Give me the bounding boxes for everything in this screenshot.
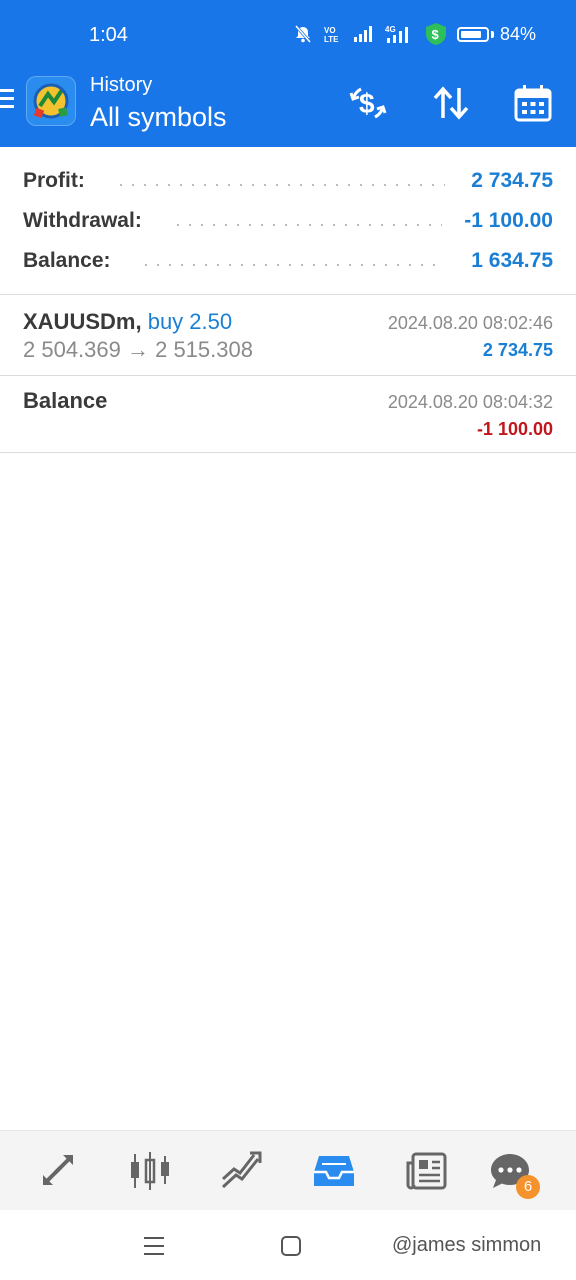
battery-icon: 84%	[456, 23, 536, 45]
home-icon[interactable]	[277, 1232, 305, 1260]
deal-symbol: XAUUSDm, buy 2.50	[23, 309, 232, 335]
calendar-icon[interactable]	[510, 80, 556, 126]
quotes-icon[interactable]	[36, 1149, 80, 1193]
money-shield-icon: $	[425, 22, 447, 46]
signal-icon	[353, 25, 375, 43]
deal-symbol: Balance	[23, 388, 108, 413]
system-nav-bar: @james simmon	[0, 1210, 576, 1280]
summary-balance-row: Balance: 1 634.75	[0, 241, 576, 281]
currency-exchange-icon[interactable]: $	[345, 80, 391, 126]
svg-text:LTE: LTE	[324, 35, 339, 44]
deal-row[interactable]: XAUUSDm, buy 2.50 2 504.369 → 2 515.308 …	[0, 295, 576, 375]
withdrawal-label: Withdrawal:	[23, 209, 146, 233]
deal-type: buy 2.50	[147, 309, 233, 334]
deal-prices: 2 504.369 → 2 515.308	[23, 337, 253, 362]
bottom-nav: 6	[0, 1130, 576, 1211]
volte-icon: VO LTE	[323, 24, 343, 44]
profit-value: 2 734.75	[471, 169, 553, 192]
profit-label: Profit:	[23, 169, 89, 193]
divider	[0, 452, 576, 453]
svg-text:$: $	[359, 88, 375, 119]
battery-percent: 84%	[499, 23, 536, 44]
svg-text:$: $	[431, 27, 439, 42]
sort-icon[interactable]	[428, 80, 474, 126]
deal-time: 2024.08.20 08:02:46	[387, 313, 553, 333]
summary-profit-row: Profit: 2 734.75	[0, 161, 576, 201]
header-subtitle: History	[90, 74, 153, 96]
deal-profit: 2 734.75	[482, 340, 553, 360]
header-title[interactable]: All symbols	[90, 102, 227, 133]
status-icons: VO LTE 4G $ 84%	[293, 22, 536, 46]
history-icon[interactable]	[312, 1149, 356, 1193]
chart-icon[interactable]	[128, 1149, 172, 1193]
balance-label: Balance:	[23, 249, 115, 273]
dot-leader	[140, 264, 445, 266]
withdrawal-value: -1 100.00	[464, 209, 553, 232]
deal-time: 2024.08.20 08:04:32	[387, 392, 553, 412]
news-icon[interactable]	[404, 1149, 448, 1193]
dot-leader	[172, 224, 442, 226]
svg-text:VO: VO	[324, 26, 336, 35]
svg-text:4G: 4G	[385, 25, 396, 34]
status-bar: 1:04 VO LTE 4G $ 84%	[0, 0, 576, 72]
dot-leader	[115, 184, 445, 186]
menu-icon[interactable]	[0, 89, 14, 113]
app-logo	[26, 76, 76, 126]
app-header: 1:04 VO LTE 4G $ 84% History All symbols…	[0, 0, 576, 147]
watermark-text: @james simmon	[392, 1234, 542, 1256]
balance-value: 1 634.75	[471, 249, 553, 272]
chat-icon[interactable]: 6	[488, 1149, 540, 1199]
bell-muted-icon	[293, 24, 313, 44]
trade-icon[interactable]	[220, 1149, 264, 1193]
chat-badge: 6	[516, 1175, 540, 1199]
recent-apps-icon[interactable]	[140, 1232, 168, 1260]
signal-4g-icon: 4G	[385, 24, 415, 44]
summary-withdrawal-row: Withdrawal: -1 100.00	[0, 201, 576, 241]
deal-row[interactable]: Balance 2024.08.20 08:04:32 -1 100.00	[0, 376, 576, 452]
deal-profit: -1 100.00	[476, 419, 553, 439]
deal-symbol-text: XAUUSDm,	[23, 309, 142, 334]
status-time: 1:04	[89, 24, 128, 46]
